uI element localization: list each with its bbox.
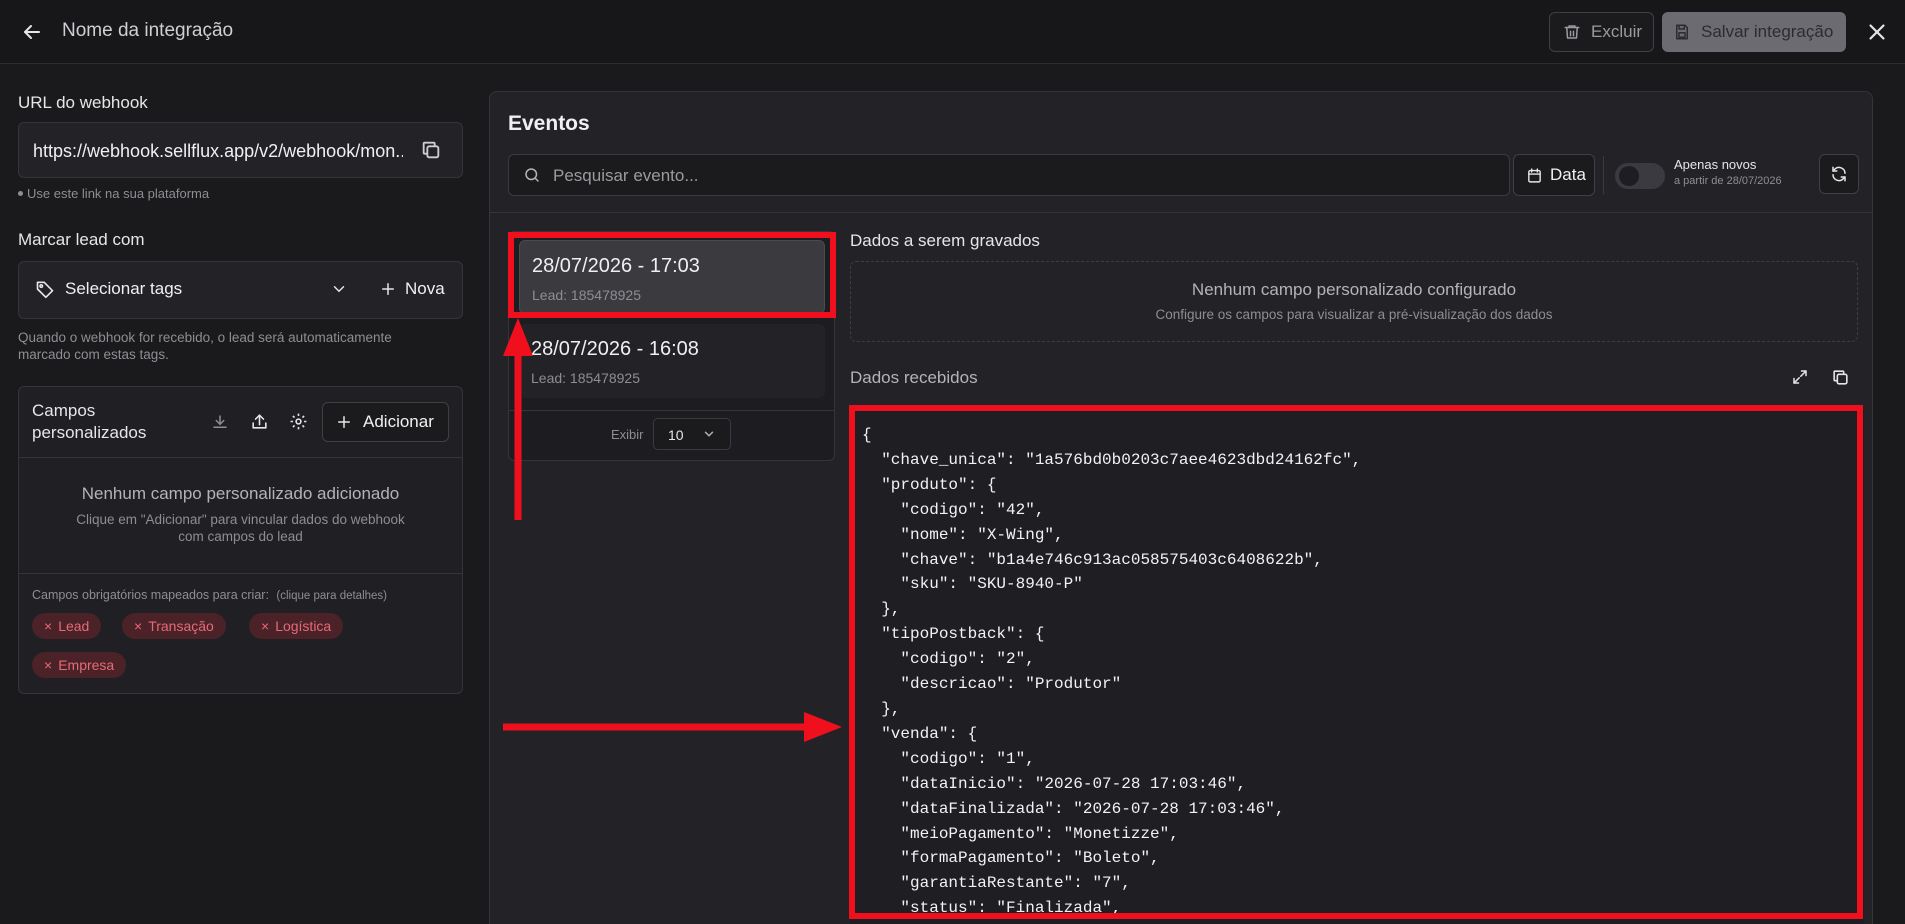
- arrow-right-annotation: [503, 712, 842, 742]
- arrow-up-annotation: [503, 318, 533, 520]
- annotation-arrows: [503, 318, 842, 742]
